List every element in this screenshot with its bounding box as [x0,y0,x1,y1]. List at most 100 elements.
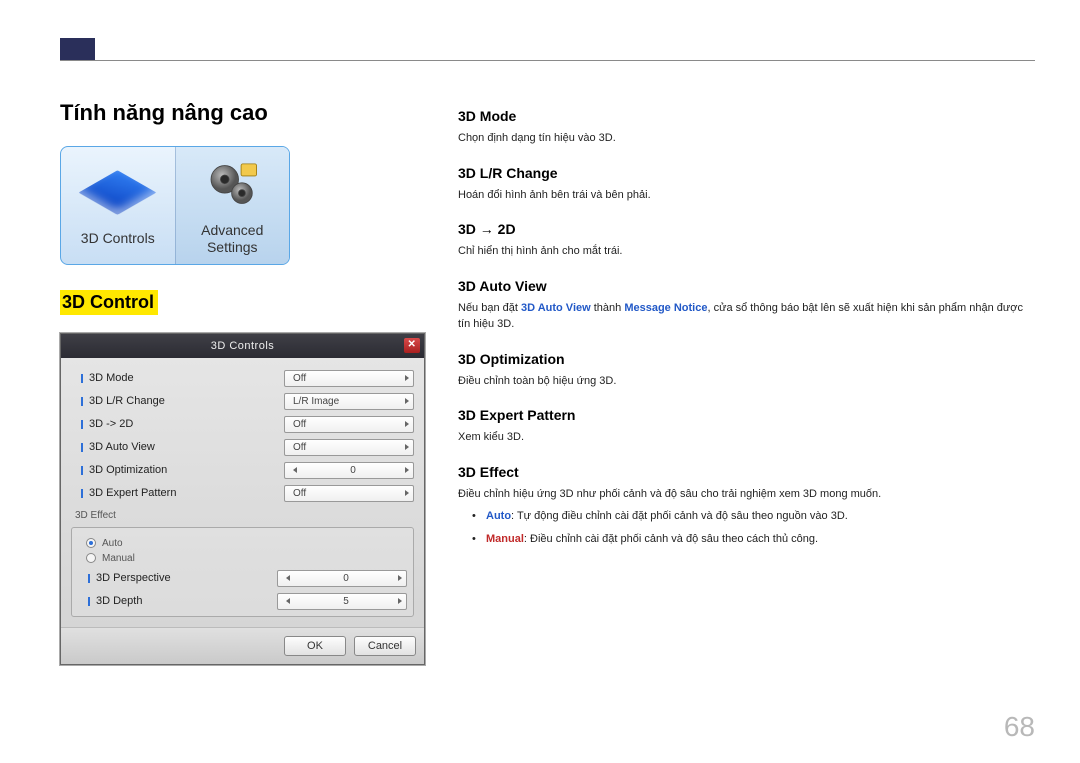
opt-label: 3D Mode [89,372,284,384]
opt-value: 5 [294,596,398,607]
opt-label: 3D Optimization [89,464,284,476]
dialog-title-text: 3D Controls [211,340,275,352]
icon-card: 3D Controls Advanced Settings [60,146,290,265]
opt-value: 0 [294,573,398,584]
opt-value: Off [293,419,306,430]
dialog-title-bar: 3D Controls ✕ [61,334,424,358]
row-marker-icon [81,397,83,406]
close-icon: ✕ [408,333,417,357]
tile-advanced-settings[interactable]: Advanced Settings [175,147,290,264]
tile-adv-label: Advanced Settings [201,222,263,256]
dialog-body: 3D Mode Off 3D L/R Change L/R Image [61,358,424,627]
dropdown-3d-mode[interactable]: Off [284,370,414,387]
left-column: Tính năng nâng cao 3D Controls [60,100,428,665]
opt-label: 3D Expert Pattern [89,487,284,499]
ok-button[interactable]: OK [284,636,346,656]
opt-label: 3D Perspective [96,572,277,584]
radio-label: Manual [102,553,135,564]
chevron-right-icon [398,575,402,581]
cancel-button[interactable]: Cancel [354,636,416,656]
chevron-right-icon [405,375,409,381]
dialog-3d-controls: 3D Controls ✕ 3D Mode Off 3D L/R Change [60,333,425,665]
chevron-right-icon [405,398,409,404]
row-marker-icon [88,597,90,606]
chevron-left-icon [293,467,297,473]
effect-group: Auto Manual 3D Perspective 0 [71,527,414,617]
row-expert-pattern: 3D Expert Pattern Off [71,485,414,502]
effect-bullets: Auto: Tự động điều chỉnh cài đặt phối cả… [458,508,1035,547]
spinner-optimization[interactable]: 0 [284,462,414,479]
chevron-right-icon [405,467,409,473]
row-marker-icon [88,574,90,583]
row-marker-icon [81,489,83,498]
dropdown-auto-view[interactable]: Off [284,439,414,456]
tile-3d-controls[interactable]: 3D Controls [61,147,175,264]
radio-manual-row[interactable]: Manual [78,551,407,566]
dropdown-expert[interactable]: Off [284,485,414,502]
list-item: Auto: Tự động điều chỉnh cài đặt phối cả… [458,508,1035,525]
opt-label: 3D -> 2D [89,418,284,430]
header-accent [60,38,95,60]
dialog-close-button[interactable]: ✕ [404,338,420,353]
radio-icon [86,553,96,563]
def-body-auto-view: Nếu bạn đặt 3D Auto View thành Message N… [458,300,1035,333]
def-body: Chọn định dạng tín hiệu vào 3D. [458,130,1035,147]
opt-value: Off [293,373,306,384]
page-number: 68 [1004,711,1035,743]
spinner-perspective[interactable]: 0 [277,570,407,587]
def-body: Chỉ hiển thị hình ảnh cho mắt trái. [458,243,1035,260]
def-title-3d-2d: 3D → 2D [458,221,1035,237]
opt-value: L/R Image [293,396,339,407]
radio-auto-row[interactable]: Auto [78,536,407,551]
def-body: Xem kiểu 3D. [458,429,1035,446]
row-marker-icon [81,420,83,429]
sub-section-title: 3D Control [60,290,158,315]
opt-label: 3D L/R Change [89,395,284,407]
row-perspective: 3D Perspective 0 [78,570,407,587]
opt-label: 3D Auto View [89,441,284,453]
main-content: Tính năng nâng cao 3D Controls [60,100,1035,665]
def-body: Điều chỉnh toàn bộ hiệu ứng 3D. [458,373,1035,390]
spinner-depth[interactable]: 5 [277,593,407,610]
chevron-right-icon [405,444,409,450]
chevron-right-icon [405,421,409,427]
right-column: 3D Mode Chọn định dạng tín hiệu vào 3D. … [458,100,1035,665]
chevron-left-icon [286,575,290,581]
cube-3d-icon [79,171,157,216]
row-3d-mode: 3D Mode Off [71,370,414,387]
def-title-lr-change: 3D L/R Change [458,165,1035,181]
dropdown-lr-change[interactable]: L/R Image [284,393,414,410]
chevron-right-icon [398,598,402,604]
opt-value: Off [293,442,306,453]
dropdown-3d-2d[interactable]: Off [284,416,414,433]
chevron-left-icon [286,598,290,604]
chevron-right-icon [405,490,409,496]
gear-icon [205,157,260,212]
header-rule [60,60,1035,61]
radio-label: Auto [102,538,123,549]
def-body: Hoán đổi hình ảnh bên trái và bên phải. [458,187,1035,204]
radio-icon [86,538,96,548]
row-3d-2d: 3D -> 2D Off [71,416,414,433]
row-depth: 3D Depth 5 [78,593,407,610]
def-title-optimization: 3D Optimization [458,351,1035,367]
dialog-buttons: OK Cancel [61,627,424,664]
def-body-effect: Điều chỉnh hiệu ứng 3D như phối cảnh và … [458,486,1035,548]
effect-group-label: 3D Effect [75,510,414,521]
row-marker-icon [81,374,83,383]
row-marker-icon [81,443,83,452]
row-auto-view: 3D Auto View Off [71,439,414,456]
opt-value: Off [293,488,306,499]
list-item: Manual: Điều chỉnh cài đặt phối cảnh và … [458,531,1035,548]
section-title: Tính năng nâng cao [60,100,428,126]
def-title-effect: 3D Effect [458,464,1035,480]
row-optimization: 3D Optimization 0 [71,462,414,479]
row-lr-change: 3D L/R Change L/R Image [71,393,414,410]
row-marker-icon [81,466,83,475]
def-title-3d-mode: 3D Mode [458,108,1035,124]
opt-value: 0 [301,465,405,476]
def-title-auto-view: 3D Auto View [458,278,1035,294]
def-title-expert: 3D Expert Pattern [458,407,1035,423]
tile-3d-label: 3D Controls [81,230,155,247]
opt-label: 3D Depth [96,595,277,607]
